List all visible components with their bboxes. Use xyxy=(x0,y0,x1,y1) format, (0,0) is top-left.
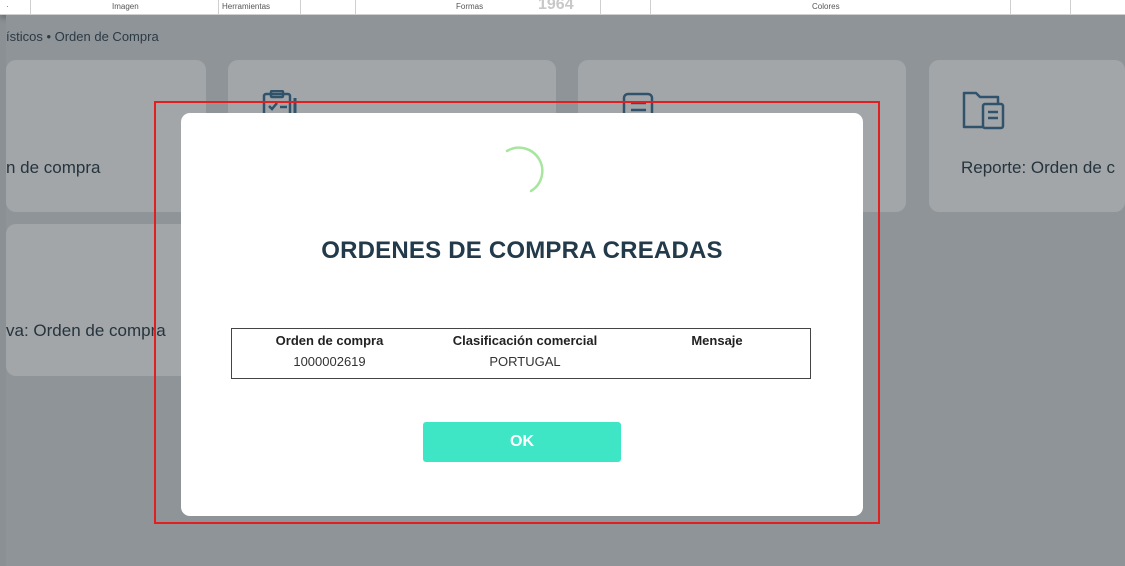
card-label: n de compra xyxy=(6,158,101,177)
ribbon-item-herramientas[interactable]: Herramientas xyxy=(222,2,270,11)
column-header-orden: Orden de compra xyxy=(275,333,384,348)
results-table: Orden de compra Clasificación comercial … xyxy=(231,328,811,379)
column-header-mensaje: Mensaje xyxy=(691,333,743,348)
ribbon-item-formas[interactable]: Formas xyxy=(456,2,483,11)
column-header-clasificacion: Clasificación comercial xyxy=(452,333,598,348)
loading-spinner-icon xyxy=(505,146,544,193)
cell-clasificacion: PORTUGAL xyxy=(489,354,561,369)
breadcrumb: ísticos • Orden de Compra xyxy=(6,29,159,44)
card-reporte[interactable]: Reporte: Orden de c xyxy=(929,60,1125,212)
ok-button[interactable]: OK xyxy=(423,422,621,462)
ribbon-item-imagen[interactable]: Imagen xyxy=(112,2,139,11)
top-ribbon: · Imagen Herramientas Formas 1964 Colore… xyxy=(0,0,1125,15)
ribbon-watermark-year: 1964 xyxy=(538,0,574,13)
cell-orden: 1000002619 xyxy=(293,354,366,369)
card-label: Reporte: Orden de c xyxy=(961,158,1116,177)
folder-document-icon xyxy=(961,84,1011,139)
ribbon-item[interactable]: · xyxy=(6,2,9,11)
ribbon-item-colores[interactable]: Colores xyxy=(812,2,840,11)
confirmation-modal: ORDENES DE COMPRA CREADAS Orden de compr… xyxy=(181,113,863,516)
card-label: va: Orden de compra xyxy=(6,321,166,340)
modal-title: ORDENES DE COMPRA CREADAS xyxy=(321,237,723,264)
